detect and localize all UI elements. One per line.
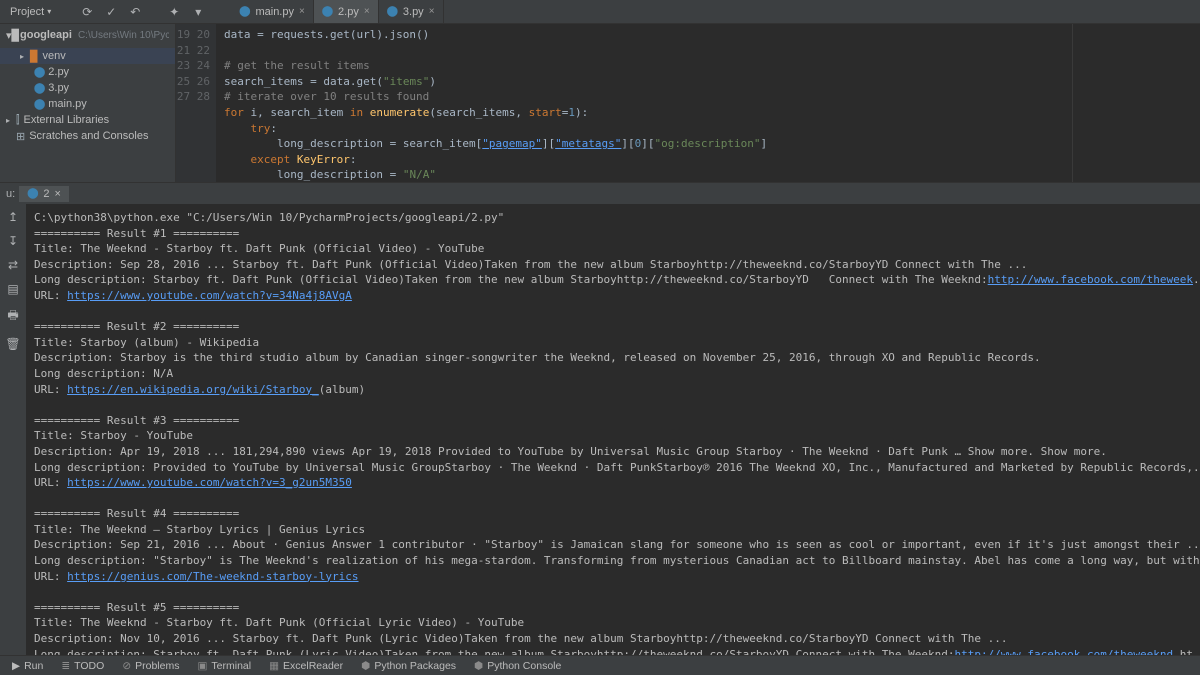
right-margin (1072, 24, 1073, 182)
close-icon[interactable]: × (429, 6, 435, 17)
tree-file[interactable]: ⬤ main.py (0, 96, 175, 112)
rerun-icon[interactable]: ↥ (8, 210, 18, 224)
commit-icon[interactable]: ✓ (104, 5, 118, 19)
layout-icon[interactable]: ▤ (7, 282, 18, 296)
toolbar: Project ⟳ ✓ ↶ ✦ ▾ ⬤main.py× ⬤2.py× ⬤3.py… (0, 0, 1200, 24)
print-icon[interactable]: 🖶 (7, 306, 18, 327)
editor-tab-2[interactable]: ⬤2.py× (314, 0, 379, 23)
hammer-icon[interactable]: ▾ (191, 5, 205, 19)
editor-tabs: ⬤main.py× ⬤2.py× ⬤3.py× (231, 0, 443, 23)
tree-venv[interactable]: ▸▉venv (0, 48, 175, 64)
settings-icon[interactable]: ✦ (167, 5, 181, 19)
editor-tab-main[interactable]: ⬤main.py× (231, 0, 314, 23)
tree-file[interactable]: ⬤ 3.py (0, 80, 175, 96)
python-file-icon: ⬤ (239, 6, 250, 17)
close-icon[interactable]: × (364, 6, 370, 17)
tree-scratches[interactable]: ▸⊞Scratches and Consoles (0, 128, 175, 144)
python-file-icon: ⬤ (27, 188, 38, 199)
run-tool-tabs: u: ⬤2× (0, 182, 1200, 204)
tree-external-libraries[interactable]: ▸⫿External Libraries (0, 112, 175, 128)
python-file-icon: ⬤ (34, 67, 45, 78)
trash-icon[interactable]: 🗑 (5, 337, 20, 351)
history-icon[interactable]: ↶ (128, 5, 142, 19)
console-output[interactable]: C:\python38\python.exe "C:/Users/Win 10/… (26, 204, 1200, 655)
close-icon[interactable]: × (55, 188, 61, 200)
close-icon[interactable]: × (299, 6, 305, 17)
play-icon: ▶ (12, 660, 20, 672)
chevron-right-icon: ▸ (6, 116, 16, 125)
scratch-icon: ⊞ (16, 130, 25, 143)
python-file-icon: ⬤ (322, 6, 333, 17)
folder-icon: ▉ (30, 50, 38, 63)
tool-problems[interactable]: ⊘Problems (116, 660, 185, 672)
step-icon[interactable]: ⇄ (8, 258, 18, 272)
code-editor[interactable]: 19 20 21 22 23 24 25 26 27 28 data = req… (176, 24, 1200, 182)
tool-python-packages[interactable]: ⬢Python Packages (355, 660, 462, 672)
status-bar: ▶Run ≣TODO ⊘Problems ▣Terminal ▦ExcelRea… (0, 655, 1200, 675)
chevron-right-icon: ▸ (20, 52, 30, 61)
tool-python-console[interactable]: ⬢Python Console (468, 660, 567, 672)
run-panel: ↥ ↧ ⇄ ▤ 🖶 🗑 C:\python38\python.exe "C:/U… (0, 204, 1200, 655)
project-root[interactable]: ▾ ▉ googleapi C:\Users\Win 10\PycharmPro… (0, 24, 175, 46)
code-area[interactable]: data = requests.get(url).json() # get th… (216, 24, 1200, 182)
tool-terminal[interactable]: ▣Terminal (191, 660, 257, 672)
line-gutter: 19 20 21 22 23 24 25 26 27 28 (176, 24, 216, 182)
tool-excel[interactable]: ▦ExcelReader (263, 660, 349, 672)
tree-file[interactable]: ⬤ 2.py (0, 64, 175, 80)
run-tab-2[interactable]: ⬤2× (19, 186, 69, 202)
python-file-icon: ⬤ (34, 99, 45, 110)
sync-icon[interactable]: ⟳ (80, 5, 94, 19)
tool-run[interactable]: ▶Run (6, 660, 49, 672)
editor-tab-3[interactable]: ⬤3.py× (379, 0, 444, 23)
stop-icon[interactable]: ↧ (8, 234, 18, 248)
project-selector[interactable]: Project (6, 6, 55, 18)
tool-todo[interactable]: ≣TODO (55, 660, 110, 672)
library-icon: ⫿ (16, 114, 20, 127)
python-file-icon: ⬤ (387, 6, 398, 17)
python-file-icon: ⬤ (34, 83, 45, 94)
run-toolbar: ↥ ↧ ⇄ ▤ 🖶 🗑 (0, 204, 26, 655)
project-sidebar: ▾ ▉ googleapi C:\Users\Win 10\PycharmPro… (0, 24, 176, 182)
folder-icon: ▉ (12, 29, 20, 42)
